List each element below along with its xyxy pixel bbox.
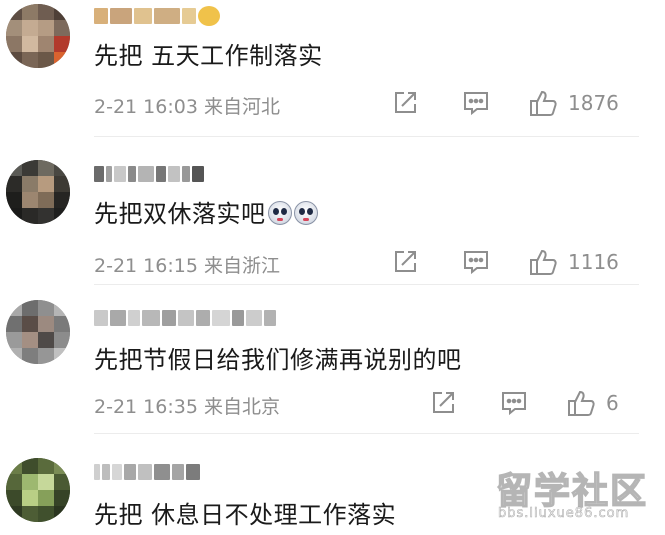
username-blurred[interactable] [94,462,200,482]
divider [94,433,639,434]
watermark-url: bbs.liuxue86.com [498,506,630,522]
comment-list: 先把 五天工作制落实 2-21 16:03 来自河北 1876 先把双休落实吧 … [0,0,665,535]
like-button[interactable]: 1116 [528,247,619,277]
like-count: 1876 [568,91,619,115]
crying-face-emoji-icon [293,201,318,225]
comment-icon [464,251,488,275]
share-button[interactable] [430,388,456,418]
thumbs-up-icon [530,249,557,275]
thumbs-up-icon [568,390,595,416]
like-count: 6 [606,391,619,415]
crying-face-emoji-icon [267,201,292,225]
share-icon [433,392,454,413]
like-button[interactable]: 6 [566,388,619,418]
thumbs-up-icon [530,90,557,116]
username-blurred[interactable] [94,6,220,26]
username-blurred[interactable] [94,164,204,184]
comment-actions: 1116 [0,247,665,277]
like-button[interactable]: 1876 [528,88,619,118]
comment-icon [502,392,526,416]
user-avatar[interactable] [6,458,70,522]
comment-text: 先把 五天工作制落实 [94,42,323,70]
share-button[interactable] [392,88,418,118]
comment-text-content: 先把双休落实吧 [94,200,266,228]
divider [94,136,639,137]
comment-actions: 6 [0,388,665,418]
share-icon [395,92,416,113]
user-avatar[interactable] [6,300,70,364]
user-avatar[interactable] [6,4,70,68]
comment-item: 先把双休落实吧 2-21 16:15 来自浙江 1116 [0,150,665,290]
user-avatar[interactable] [6,160,70,224]
comment-text: 先把节假日给我们修满再说别的吧 [94,346,462,374]
reply-button[interactable] [462,88,490,118]
like-count: 1116 [568,250,619,274]
comment-text: 先把 休息日不处理工作落实 [94,501,397,529]
reply-button[interactable] [500,388,528,418]
comment-text: 先把双休落实吧 [94,194,318,229]
comment-item: 先把 五天工作制落实 2-21 16:03 来自河北 1876 [0,0,665,150]
share-button[interactable] [392,247,418,277]
comment-icon [464,92,488,116]
watermark: 留学社区 bbs.liuxue86.com [495,462,656,526]
username-blurred[interactable] [94,308,276,328]
reply-button[interactable] [462,247,490,277]
comment-item: 先把节假日给我们修满再说别的吧 2-21 16:35 来自北京 6 [0,290,665,440]
divider [94,284,639,285]
share-icon [395,251,416,272]
comment-actions: 1876 [0,88,665,118]
